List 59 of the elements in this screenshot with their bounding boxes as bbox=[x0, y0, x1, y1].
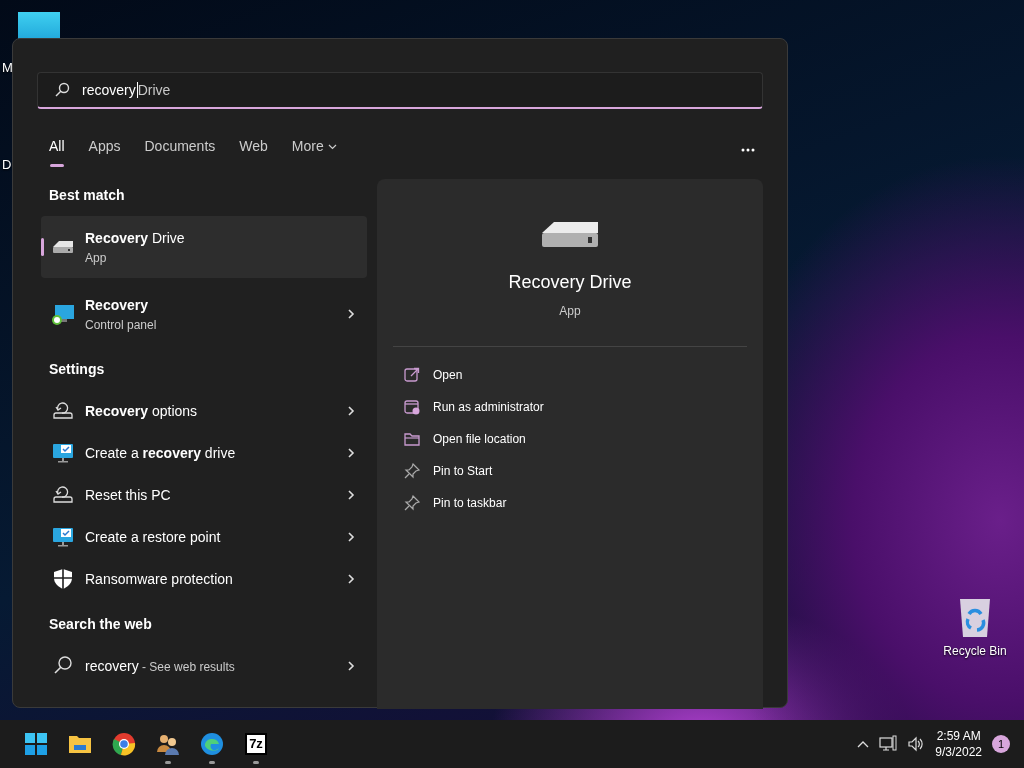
action-item[interactable]: Open bbox=[393, 359, 469, 391]
monitor-check-icon bbox=[51, 441, 75, 465]
notification-badge[interactable]: 1 bbox=[992, 735, 1010, 753]
chevron-up-icon[interactable] bbox=[857, 740, 870, 748]
action-item[interactable]: Run as administrator bbox=[393, 391, 550, 423]
filter-tab[interactable]: Web bbox=[227, 132, 280, 167]
chevron-right-icon bbox=[347, 531, 355, 543]
action-item[interactable]: Pin to Start bbox=[393, 455, 499, 487]
chevron-right-icon bbox=[347, 447, 355, 459]
result-item[interactable]: Ransomware protection bbox=[41, 558, 367, 600]
shield-icon bbox=[51, 567, 75, 591]
section-heading: Search the web bbox=[48, 615, 153, 634]
window-shield-icon bbox=[403, 398, 421, 416]
app-type: App bbox=[558, 303, 582, 320]
chevron-right-icon bbox=[347, 489, 355, 501]
desktop-icon-label[interactable]: M bbox=[2, 58, 13, 78]
result-item[interactable]: Create a restore point bbox=[41, 516, 367, 558]
chevron-right-icon bbox=[347, 573, 355, 585]
pin-icon bbox=[403, 462, 421, 480]
ellipsis-icon bbox=[741, 148, 755, 153]
speaker-icon[interactable] bbox=[907, 735, 926, 753]
clock-date[interactable]: 9/3/2022 bbox=[935, 744, 982, 760]
filter-tab[interactable]: Documents bbox=[132, 132, 228, 167]
browser-icon bbox=[112, 732, 136, 756]
result-item[interactable]: Recovery options bbox=[41, 390, 367, 432]
drive-icon bbox=[540, 219, 600, 249]
search-icon bbox=[54, 82, 70, 98]
filter-tab[interactable]: Apps bbox=[76, 132, 133, 167]
monitor-check-icon bbox=[51, 525, 75, 549]
monitor-clock-icon bbox=[51, 302, 75, 326]
pin-icon bbox=[403, 494, 421, 512]
result-item[interactable]: Reset this PC bbox=[41, 474, 367, 516]
chevron-right-icon bbox=[347, 308, 355, 320]
app-title: Recovery Drive bbox=[507, 271, 633, 294]
result-item[interactable]: Recovery Drive App bbox=[41, 216, 367, 278]
recycle-bin-icon[interactable] bbox=[957, 596, 993, 638]
open-icon bbox=[403, 366, 421, 384]
chevron-right-icon bbox=[347, 660, 355, 672]
browser-icon bbox=[200, 732, 224, 756]
filter-tab[interactable]: More bbox=[279, 132, 349, 167]
network-icon[interactable] bbox=[879, 735, 898, 753]
windows-logo-icon bbox=[24, 732, 48, 756]
desktop-icon-label[interactable]: Recycle Bin bbox=[943, 642, 1007, 660]
folder-icon bbox=[403, 430, 421, 448]
archive-app-button[interactable]: 7z bbox=[234, 722, 278, 766]
section-heading: Best match bbox=[48, 186, 126, 205]
filter-tab[interactable]: All bbox=[37, 132, 77, 167]
action-item[interactable]: Open file location bbox=[393, 423, 532, 455]
desktop-icon-label[interactable]: D bbox=[2, 155, 12, 175]
section-heading: Settings bbox=[48, 360, 106, 379]
clock-time[interactable]: 2:59 AM bbox=[935, 728, 982, 744]
action-item[interactable]: Pin to taskbar bbox=[393, 487, 513, 519]
users-icon bbox=[156, 732, 180, 756]
result-item[interactable]: recovery - See web results bbox=[41, 645, 367, 687]
search-field[interactable]: recovery Drive bbox=[37, 72, 763, 109]
caret-icon bbox=[327, 143, 337, 150]
result-item[interactable]: Recovery Control panel bbox=[41, 283, 367, 345]
chevron-right-icon bbox=[347, 405, 355, 417]
result-item[interactable]: Create a recovery drive bbox=[41, 432, 367, 474]
